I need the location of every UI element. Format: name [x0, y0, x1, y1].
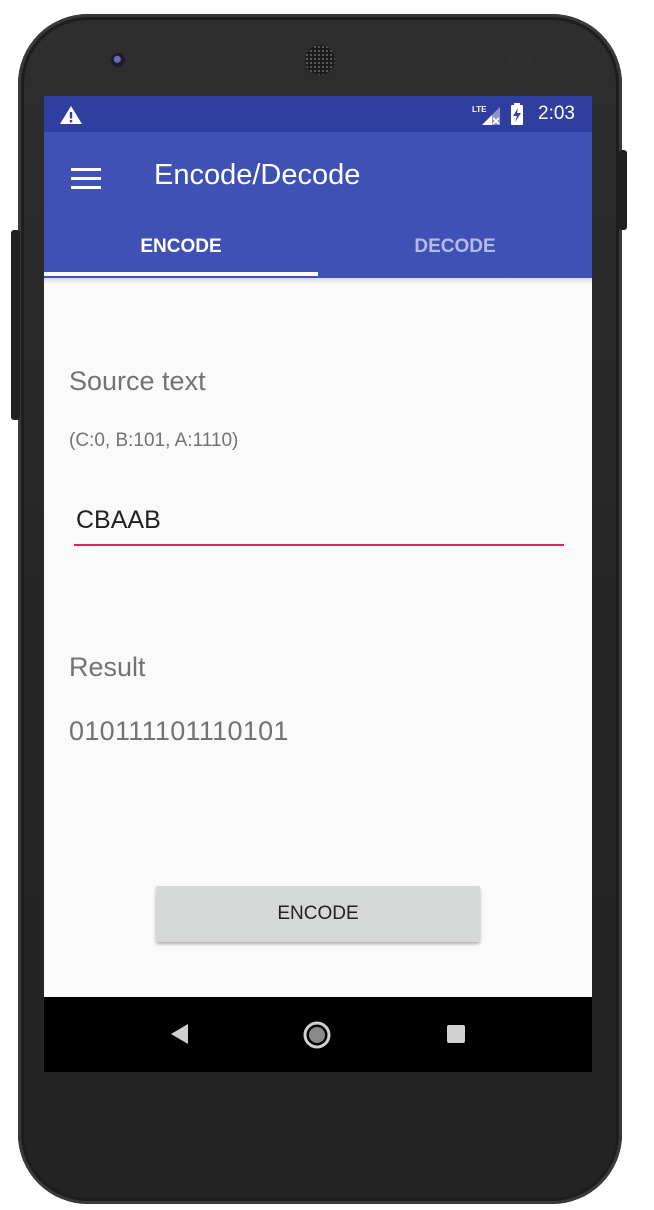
lte-signal-icon: LTE	[472, 103, 502, 132]
recents-icon[interactable]	[446, 1024, 466, 1049]
status-time: 2:03	[538, 103, 575, 124]
tab-encode-label: ENCODE	[140, 236, 222, 257]
home-icon[interactable]	[302, 1020, 332, 1055]
navigation-bar	[44, 997, 592, 1072]
network-type-label: LTE	[472, 105, 487, 114]
status-bar: LTE 2:03	[44, 96, 592, 132]
earpiece-speaker	[305, 45, 335, 75]
encode-button[interactable]: ENCODE	[156, 886, 480, 942]
warning-icon	[59, 105, 83, 130]
proximity-sensor	[506, 55, 514, 63]
tab-encode[interactable]: ENCODE	[44, 230, 318, 278]
power-button	[619, 150, 627, 230]
source-text-label: Source text	[69, 366, 206, 396]
source-text-input[interactable]	[74, 500, 564, 546]
front-camera	[111, 53, 125, 67]
battery-charging-icon	[510, 103, 524, 130]
tab-decode-label: DECODE	[414, 236, 496, 257]
screen: LTE 2:03 Encode/Decode ENCODE DECODE Sou…	[44, 96, 592, 1072]
volume-button	[11, 230, 20, 420]
tab-decode[interactable]: DECODE	[318, 230, 592, 278]
selected-tab-indicator	[44, 272, 318, 276]
app-bar-shadow	[44, 278, 592, 284]
light-sensor	[526, 55, 534, 63]
app-bar: Encode/Decode ENCODE DECODE	[44, 132, 592, 278]
hamburger-menu-icon[interactable]	[71, 168, 101, 190]
app-title: Encode/Decode	[154, 159, 361, 191]
code-table-hint: (C:0, B:101, A:1110)	[69, 430, 239, 451]
result-label: Result	[69, 652, 146, 682]
result-value: 010111101110101	[69, 716, 289, 746]
back-icon[interactable]	[170, 1023, 190, 1050]
